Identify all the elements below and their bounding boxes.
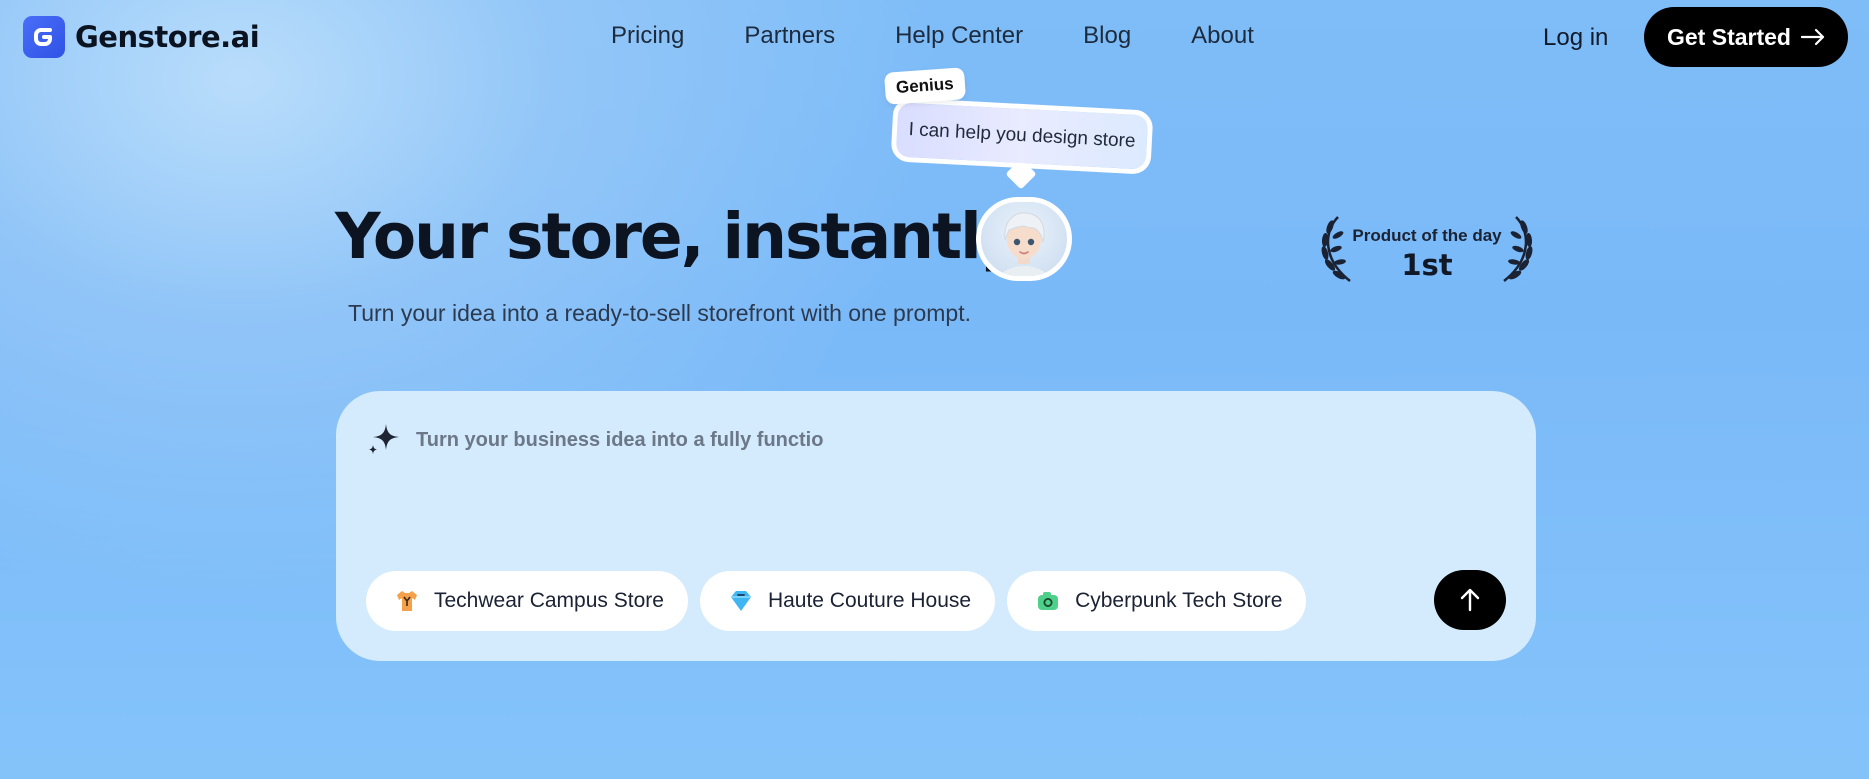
assistant-avatar <box>976 197 1072 281</box>
camera-icon <box>1033 586 1063 616</box>
suggestion-label: Haute Couture House <box>767 589 972 612</box>
suggestion-chips: Techwear Campus Store Haute Couture Hous… <box>366 571 1307 631</box>
suggestion-haute-couture-house[interactable]: Haute Couture House <box>699 571 996 631</box>
prompt-input[interactable] <box>416 425 1316 455</box>
nav-pricing[interactable]: Pricing <box>611 22 684 50</box>
suggestion-label: Techwear Campus Store <box>434 589 664 612</box>
suggestion-label: Cyberpunk Tech Store <box>1075 589 1283 612</box>
get-started-label: Get Started <box>1667 23 1791 50</box>
assistant-tag: Genius <box>883 67 966 105</box>
product-of-the-day-badge: Product of the day 1st <box>1316 215 1538 285</box>
genstore-logo-icon <box>23 16 65 58</box>
laurel-right-icon <box>1503 216 1533 282</box>
hero-title: Your store, instantly. <box>335 200 1037 273</box>
brand-name: Genstore.ai <box>75 20 260 54</box>
nav-blog[interactable]: Blog <box>1083 22 1131 50</box>
nav-about[interactable]: About <box>1191 22 1254 50</box>
prompt-card: Techwear Campus Store Haute Couture Hous… <box>336 391 1536 661</box>
arrow-right-icon <box>1800 28 1825 46</box>
assistant-bubble: I can help you design store <box>890 97 1154 175</box>
arrow-up-icon <box>1460 588 1480 612</box>
gem-icon <box>726 586 756 616</box>
nav-partners[interactable]: Partners <box>744 22 835 50</box>
shirt-icon <box>392 586 422 616</box>
suggestion-cyberpunk-tech-store[interactable]: Cyberpunk Tech Store <box>1007 571 1307 631</box>
main-nav: Pricing Partners Help Center Blog About <box>611 22 1314 50</box>
hero-subtitle: Turn your idea into a ready-to-sell stor… <box>348 300 971 326</box>
nav-help-center[interactable]: Help Center <box>895 22 1023 50</box>
sparkle-icon <box>369 424 399 454</box>
submit-prompt-button[interactable] <box>1434 570 1506 630</box>
login-link[interactable]: Log in <box>1543 24 1608 52</box>
brand-logo[interactable]: Genstore.ai <box>23 16 260 58</box>
get-started-button[interactable]: Get Started <box>1644 7 1848 67</box>
suggestion-techwear-campus-store[interactable]: Techwear Campus Store <box>366 571 688 631</box>
assistant-message: I can help you design store <box>908 119 1136 152</box>
